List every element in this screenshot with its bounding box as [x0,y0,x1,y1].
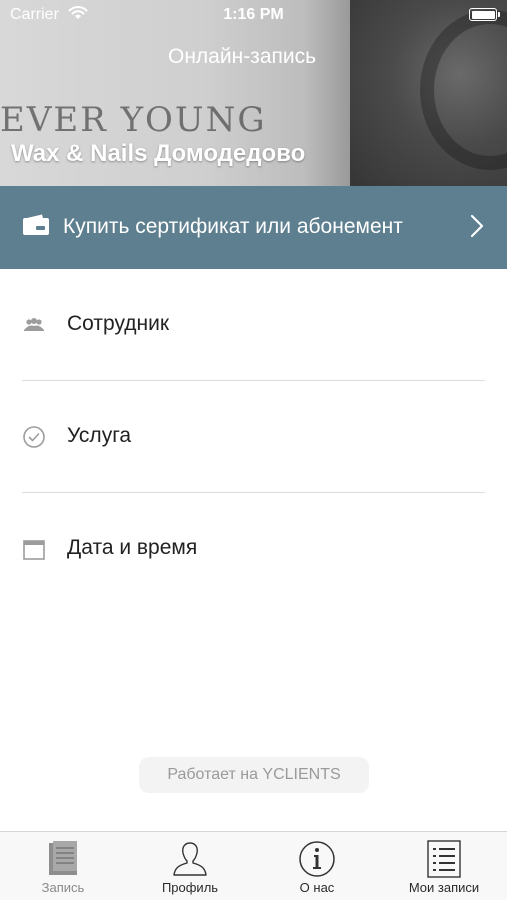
tab-profile[interactable]: Профиль [127,832,253,900]
tab-about-label: О нас [299,880,335,895]
status-time: 1:16 PM [223,6,284,23]
tab-my-bookings[interactable]: Мои записи [381,832,507,900]
checkmark-circle-icon [23,426,45,448]
salon-name: Wax & Nails Домодедово [11,140,306,167]
page-title: Онлайн-запись [168,45,317,68]
brand-watermark: EVER YOUNG [0,100,267,140]
tab-bar: Запись Профиль О нас Мои записи [0,831,507,900]
tab-booking-label: Запись [41,880,85,895]
buy-certificate-button[interactable]: Купить сертификат или абонемент [0,186,507,269]
select-staff-label: Сотрудник [67,312,170,335]
select-datetime-item[interactable]: Дата и время [0,493,507,605]
tab-my-bookings-label: Мои записи [408,880,480,895]
buy-certificate-label: Купить сертификат или абонемент [63,215,403,238]
salon-header: EVER YOUNG Carrier 1:16 PM Онлайн-запись… [0,0,507,186]
tab-booking[interactable]: Запись [0,832,126,900]
select-datetime-label: Дата и время [67,536,198,559]
select-staff-item[interactable]: Сотрудник [0,269,507,381]
document-icon [49,841,77,875]
info-icon [299,841,335,877]
battery-icon [469,8,500,21]
wallet-icon [23,214,49,235]
tab-profile-label: Профиль [161,880,219,895]
chevron-right-icon [470,214,484,238]
select-service-item[interactable]: Услуга [0,381,507,493]
people-icon [24,318,44,331]
status-bar: Carrier 1:16 PM [0,0,507,30]
calendar-icon [23,540,45,560]
tab-about[interactable]: О нас [254,832,380,900]
powered-by-badge[interactable]: Работает на YCLIENTS [139,757,369,793]
select-service-label: Услуга [67,424,132,447]
profile-icon [173,842,207,876]
list-icon [427,840,461,878]
